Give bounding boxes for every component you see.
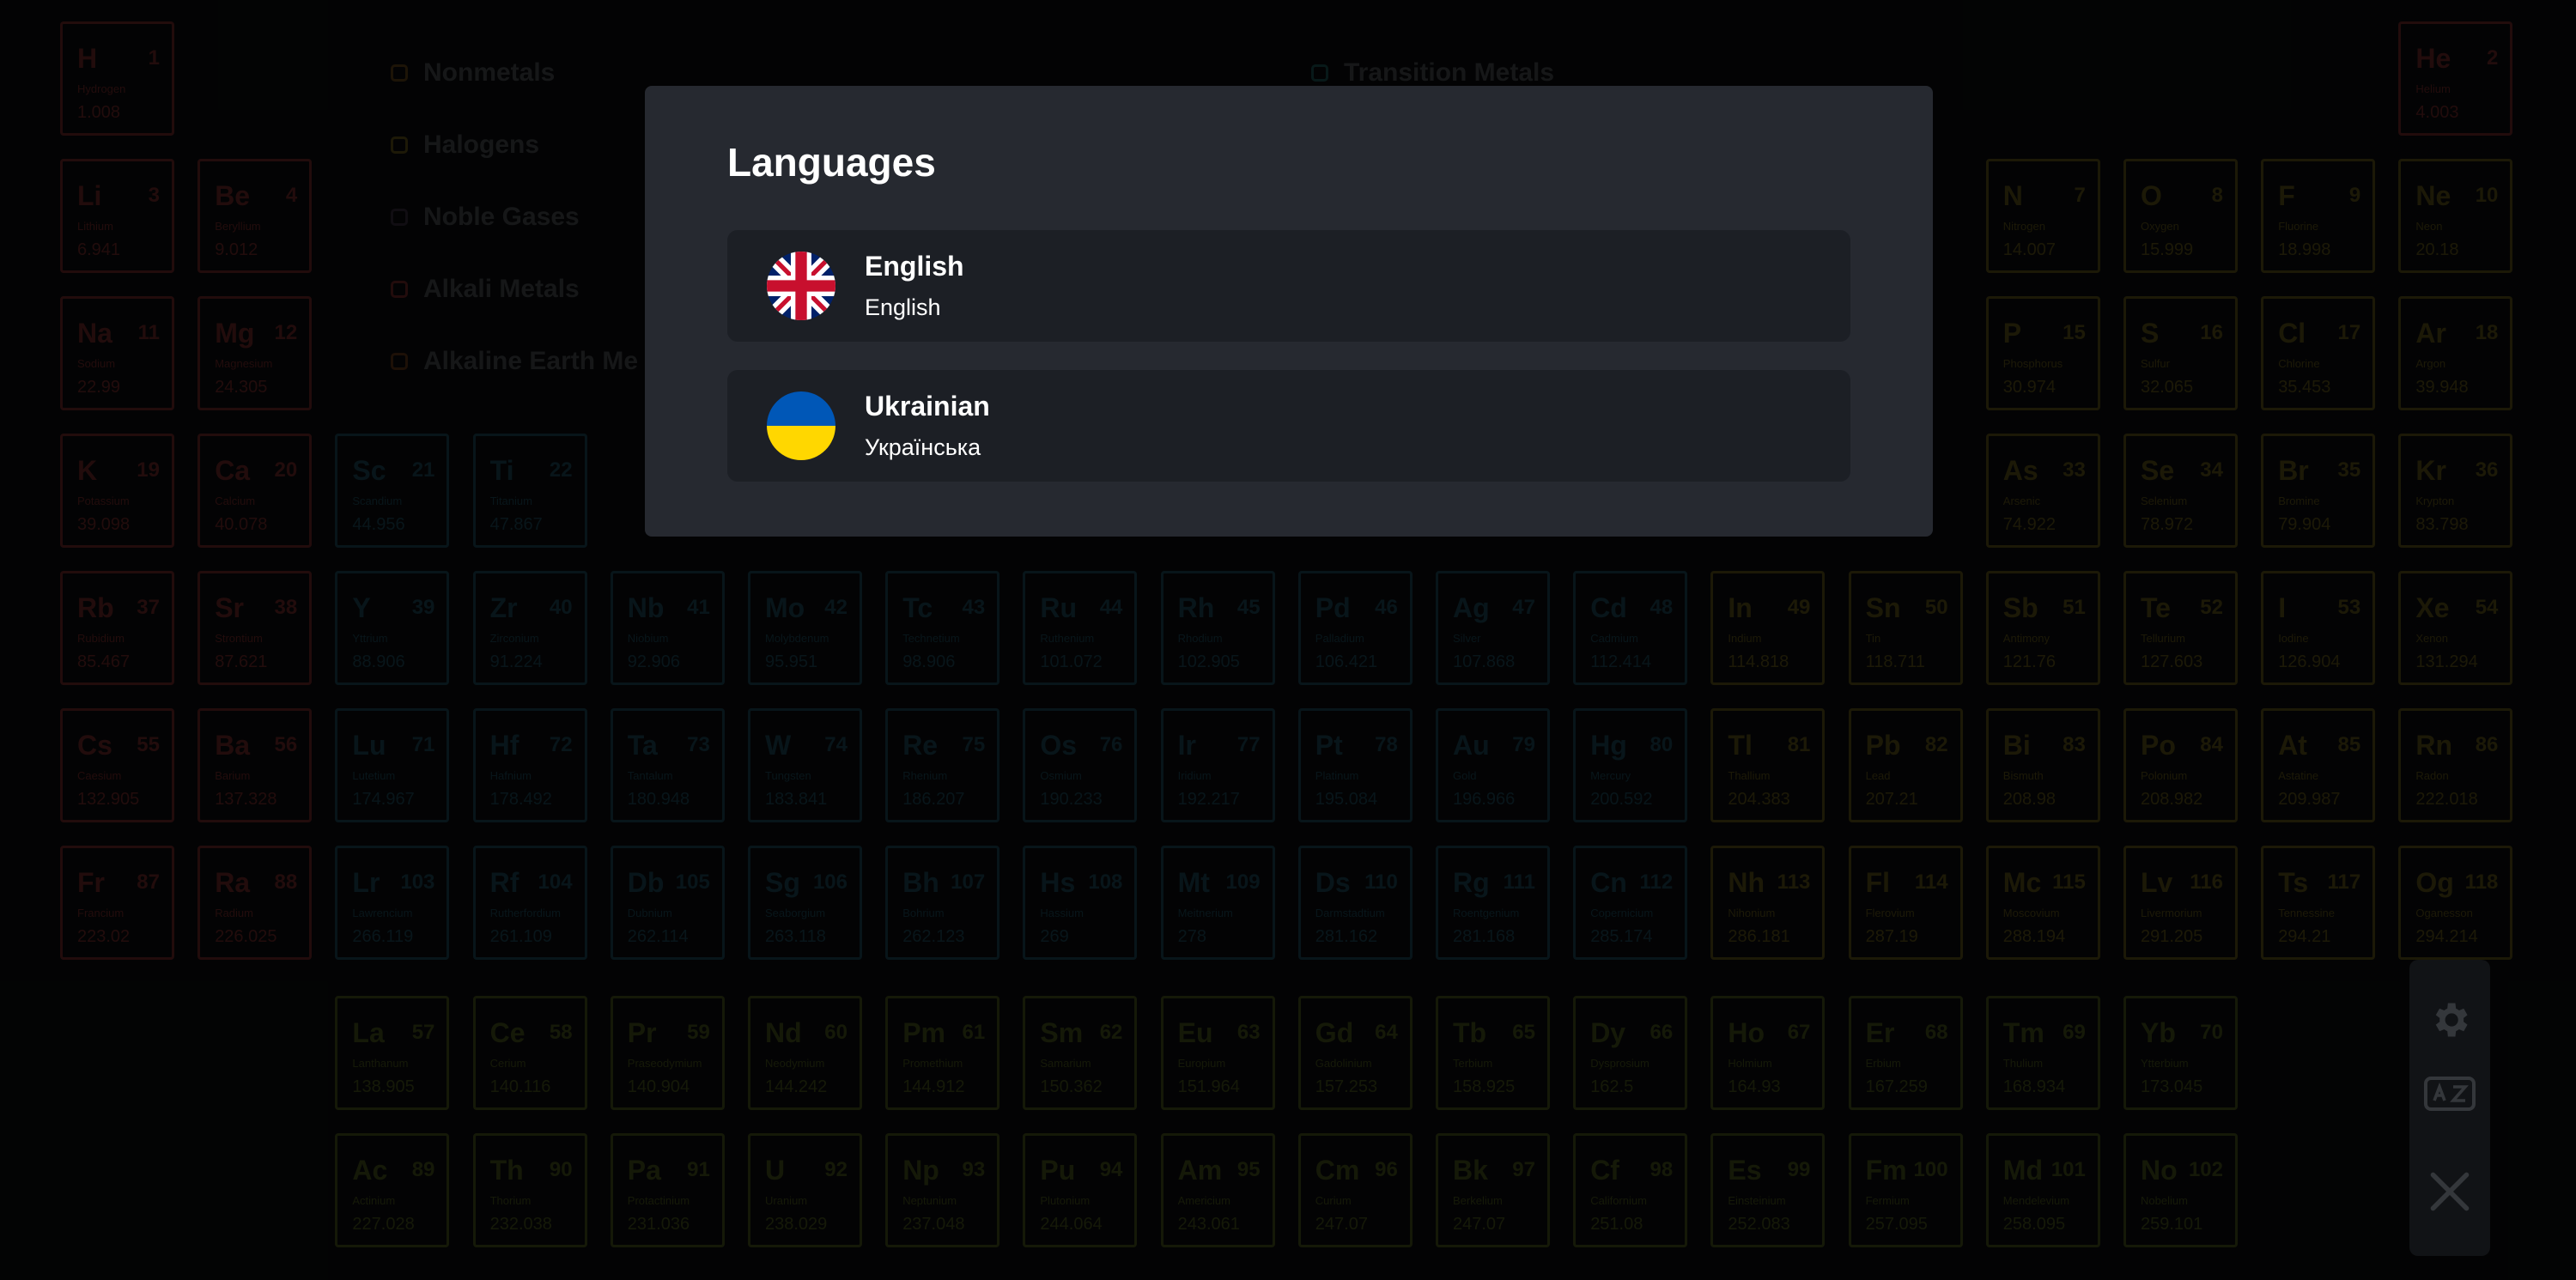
language-button[interactable] <box>2424 1068 2476 1119</box>
uk-flag-icon <box>767 252 835 320</box>
languages-dialog: Languages English English Ukrainian Укра… <box>645 86 1933 537</box>
ukraine-flag-icon <box>767 391 835 460</box>
close-icon <box>2430 1172 2470 1211</box>
translate-icon <box>2424 1077 2476 1111</box>
language-option-english[interactable]: English English <box>727 230 1850 342</box>
periodic-table-app: H1Hydrogen1.008He2Helium4.003Li3Lithium6… <box>0 0 2576 1280</box>
settings-button[interactable] <box>2424 994 2476 1046</box>
side-toolbar <box>2409 960 2490 1256</box>
gear-icon <box>2435 1003 2468 1037</box>
language-name: English <box>865 251 964 282</box>
language-option-ukrainian[interactable]: Ukrainian Українська <box>727 370 1850 482</box>
dialog-title: Languages <box>727 140 936 185</box>
language-name: Ukrainian <box>865 391 990 422</box>
close-button[interactable] <box>2424 1166 2476 1217</box>
language-native-name: Українська <box>865 434 981 460</box>
language-native-name: English <box>865 294 941 320</box>
